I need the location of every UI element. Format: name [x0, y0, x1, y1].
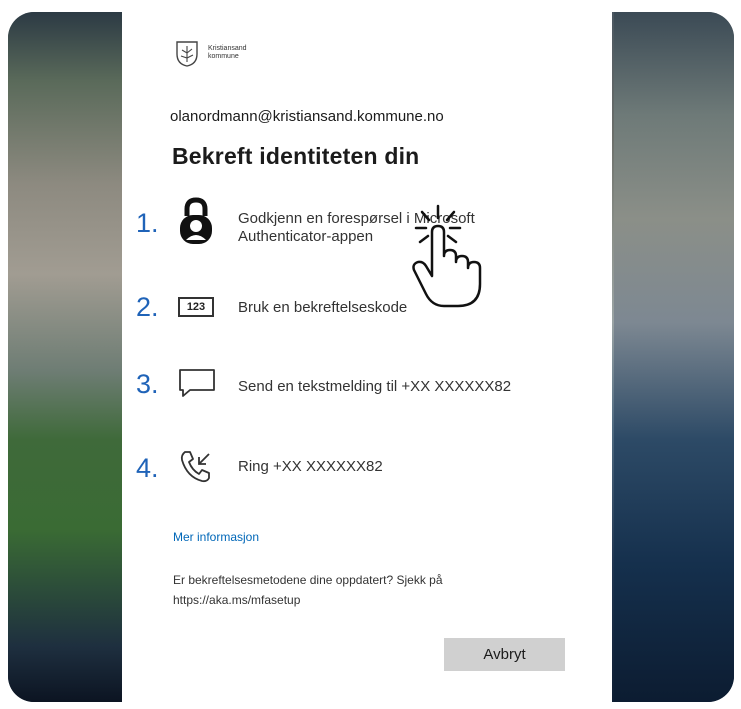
mfa-setup-note: Er bekreftelsesmetodene dine oppdatert? … [173, 570, 513, 610]
background-left-photo [8, 12, 122, 702]
code-icon[interactable]: 123 [178, 297, 214, 317]
page-title: Bekreft identiteten din [172, 143, 420, 169]
option-1-number: 1. [136, 208, 159, 238]
option-3-label[interactable]: Send en tekstmelding til +XX XXXXXX82 [238, 378, 511, 396]
option-4-number: 4. [136, 453, 159, 483]
org-logo: Kristiansand kommune [172, 38, 247, 68]
phone-icon[interactable] [177, 448, 215, 486]
option-3-number: 3. [136, 369, 159, 399]
background-right-photo [614, 12, 734, 702]
account-email: olanordmann@kristiansand.kommune.no [170, 108, 444, 125]
municipality-crest-icon [176, 41, 198, 67]
message-icon[interactable] [178, 368, 216, 398]
logo-line-1: Kristiansand [208, 45, 247, 52]
lock-icon[interactable] [176, 196, 216, 246]
logo-line-2: kommune [208, 53, 239, 60]
tap-hand-icon [412, 204, 482, 308]
cancel-button[interactable]: Avbryt [444, 638, 565, 671]
option-2-number: 2. [136, 292, 159, 322]
note-line-2[interactable]: https://aka.ms/mfasetup [173, 590, 513, 610]
option-4-label[interactable]: Ring +XX XXXXXX82 [238, 458, 383, 476]
more-info-link[interactable]: Mer informasjon [173, 530, 259, 544]
note-line-1: Er bekreftelsesmetodene dine oppdatert? … [173, 573, 443, 587]
option-2-label[interactable]: Bruk en bekreftelseskode [238, 299, 407, 317]
